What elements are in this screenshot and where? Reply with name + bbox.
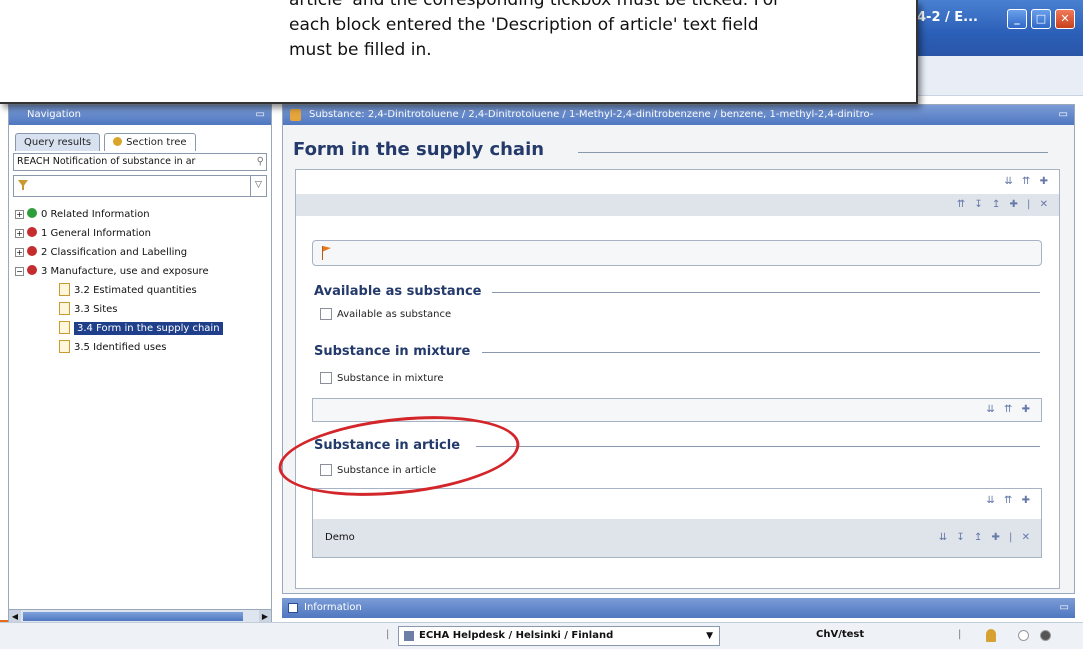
tree-item-related-information[interactable]: +0 Related Information	[15, 205, 267, 224]
article-repeatable-block: ⇊ ⇈ ✚ Demo ⇊ ↧ ↥ ✚ | ✕	[312, 488, 1042, 558]
user-label: ChV/test	[816, 629, 865, 640]
checkbox-label: Available as substance	[337, 309, 452, 320]
filter-select[interactable]: ▽	[13, 175, 267, 197]
substance-in-mixture-heading: Substance in mixture	[314, 344, 471, 359]
horizontal-scrollbar[interactable]: ◀ ▶	[9, 609, 271, 623]
information-panel-header: Information ▭	[282, 598, 1075, 618]
divider	[492, 292, 1040, 293]
page-title: Form in the supply chain	[293, 139, 545, 160]
close-button[interactable]: ✕	[1055, 9, 1075, 29]
user-icon	[986, 629, 996, 642]
form-block: ⇊ ⇈ ✚ ⇈ ↧ ↥ ✚ | ✕ Available as substance…	[295, 169, 1060, 589]
available-as-substance-checkbox[interactable]	[320, 308, 332, 320]
minimize-button[interactable]: _	[1007, 9, 1027, 29]
organisation-value: ECHA Helpdesk / Helsinki / Finland	[419, 630, 614, 641]
tree-item-sites[interactable]: 3.3 Sites	[15, 300, 267, 319]
expand-icon[interactable]: +	[15, 248, 24, 257]
callout-text: article' and the corresponding tickbox m…	[289, 0, 781, 60]
document-icon	[59, 340, 70, 353]
navigation-header-label: Navigation	[27, 109, 81, 120]
status-bar: | ECHA Helpdesk / Helsinki / Finland ▼ C…	[0, 622, 1083, 649]
separator: |	[958, 629, 962, 640]
tab-query-results[interactable]: Query results	[15, 133, 101, 151]
tree-item-label: 2 Classification and Labelling	[41, 247, 188, 258]
status-icon	[27, 208, 37, 218]
status-icon	[1018, 630, 1029, 641]
status-icon	[27, 246, 37, 256]
tree-item-estimated-quantities[interactable]: 3.2 Estimated quantities	[15, 281, 267, 300]
tree-item-identified-uses[interactable]: 3.5 Identified uses	[15, 338, 267, 357]
separator: |	[386, 629, 390, 640]
tab-section-tree[interactable]: Section tree	[104, 133, 196, 151]
block-action-icons[interactable]: ⇊ ↧ ↥ ✚ | ✕	[939, 519, 1033, 557]
panel-minimize-icon[interactable]: ▭	[256, 105, 265, 125]
substance-in-mixture-checkbox-row[interactable]: Substance in mixture	[320, 372, 444, 384]
app-window: 4-2 / E... _ □ ✕ article' and the corres…	[0, 0, 1083, 649]
chevron-down-icon[interactable]: ▽	[250, 176, 266, 196]
available-as-substance-heading: Available as substance	[314, 284, 482, 299]
information-label: Information	[304, 602, 362, 613]
block-control-icons[interactable]: ⇊ ⇈ ✚	[987, 404, 1034, 415]
substance-header-label: Substance: 2,4-Dinitrotoluene / 2,4-Dini…	[309, 109, 874, 120]
document-icon	[59, 302, 70, 315]
dossier-search-input[interactable]: REACH Notification of substance in ar ⚲	[13, 153, 267, 171]
substance-panel: Substance: 2,4-Dinitrotoluene / 2,4-Dini…	[282, 104, 1075, 594]
tree-item-label: 3.2 Estimated quantities	[74, 285, 197, 296]
article-block-row[interactable]: Demo ⇊ ↧ ↥ ✚ | ✕	[313, 519, 1041, 557]
block-control-icons[interactable]: ⇊ ⇈ ✚	[1005, 176, 1052, 187]
panel-minimize-icon[interactable]: ▭	[1060, 598, 1069, 618]
filter-icon	[18, 180, 28, 190]
organisation-select[interactable]: ECHA Helpdesk / Helsinki / Finland ▼	[398, 626, 720, 646]
status-icon	[27, 227, 37, 237]
window-title: 4-2 / E...	[917, 10, 978, 25]
flag-pole-icon	[322, 246, 323, 260]
document-icon	[59, 321, 70, 334]
tab-section-tree-label: Section tree	[126, 137, 187, 148]
chevron-down-icon[interactable]: ▼	[706, 627, 713, 645]
divider	[578, 152, 1048, 153]
navigation-header: Navigation ▭	[9, 105, 271, 125]
tree-item-manufacture[interactable]: − 3 Manufacture, use and exposure	[15, 262, 267, 281]
block-header: ⇈ ↧ ↥ ✚ | ✕	[296, 194, 1059, 216]
substance-in-mixture-checkbox[interactable]	[320, 372, 332, 384]
flag-icon[interactable]	[323, 246, 331, 252]
tree-item-label: 0 Related Information	[41, 209, 150, 220]
article-block-label: Demo	[325, 532, 355, 543]
status-icon	[1040, 630, 1051, 641]
dossier-search-value: REACH Notification of substance in ar	[17, 156, 196, 167]
tree-item-general-information[interactable]: +1 General Information	[15, 224, 267, 243]
tree-item-label: 3.4 Form in the supply chain	[74, 322, 223, 335]
expand-icon[interactable]: +	[15, 229, 24, 238]
tree-item-label: 3.5 Identified uses	[74, 342, 167, 353]
tree-item-form-in-supply-chain[interactable]: 3.4 Form in the supply chain	[15, 319, 267, 338]
maximize-button[interactable]: □	[1031, 9, 1051, 29]
collapse-icon[interactable]: −	[15, 267, 24, 276]
tree-item-label: 1 General Information	[41, 228, 152, 239]
search-icon[interactable]: ⚲	[257, 154, 264, 170]
available-as-substance-checkbox-row[interactable]: Available as substance	[320, 308, 451, 320]
document-icon	[59, 283, 70, 296]
divider	[476, 446, 1040, 447]
expand-icon[interactable]: +	[15, 210, 24, 219]
substance-header: Substance: 2,4-Dinitrotoluene / 2,4-Dini…	[283, 105, 1074, 125]
navigation-tabs: Query results Section tree	[9, 125, 271, 151]
section-tree: +0 Related Information +1 General Inform…	[15, 205, 267, 357]
building-icon	[404, 631, 414, 641]
block-action-icons[interactable]: ⇈ ↧ ↥ ✚ | ✕	[957, 199, 1051, 210]
instruction-callout: article' and the corresponding tickbox m…	[0, 0, 918, 104]
status-icon	[27, 265, 37, 275]
substance-icon	[290, 109, 301, 121]
checkbox-label: Substance in mixture	[337, 373, 444, 384]
tree-item-label: 3.3 Sites	[74, 304, 118, 315]
scrollbar-thumb[interactable]	[23, 612, 243, 621]
remarks-field[interactable]	[312, 240, 1042, 266]
information-icon	[288, 603, 298, 613]
section-tree-icon	[113, 137, 123, 146]
navigation-panel: Navigation ▭ Query results Section tree …	[8, 104, 272, 624]
tree-item-classification[interactable]: +2 Classification and Labelling	[15, 243, 267, 262]
block-control-icons[interactable]: ⇊ ⇈ ✚	[987, 495, 1034, 506]
tree-item-label: 3 Manufacture, use and exposure	[41, 266, 209, 277]
divider	[482, 352, 1040, 353]
panel-minimize-icon[interactable]: ▭	[1059, 105, 1068, 125]
